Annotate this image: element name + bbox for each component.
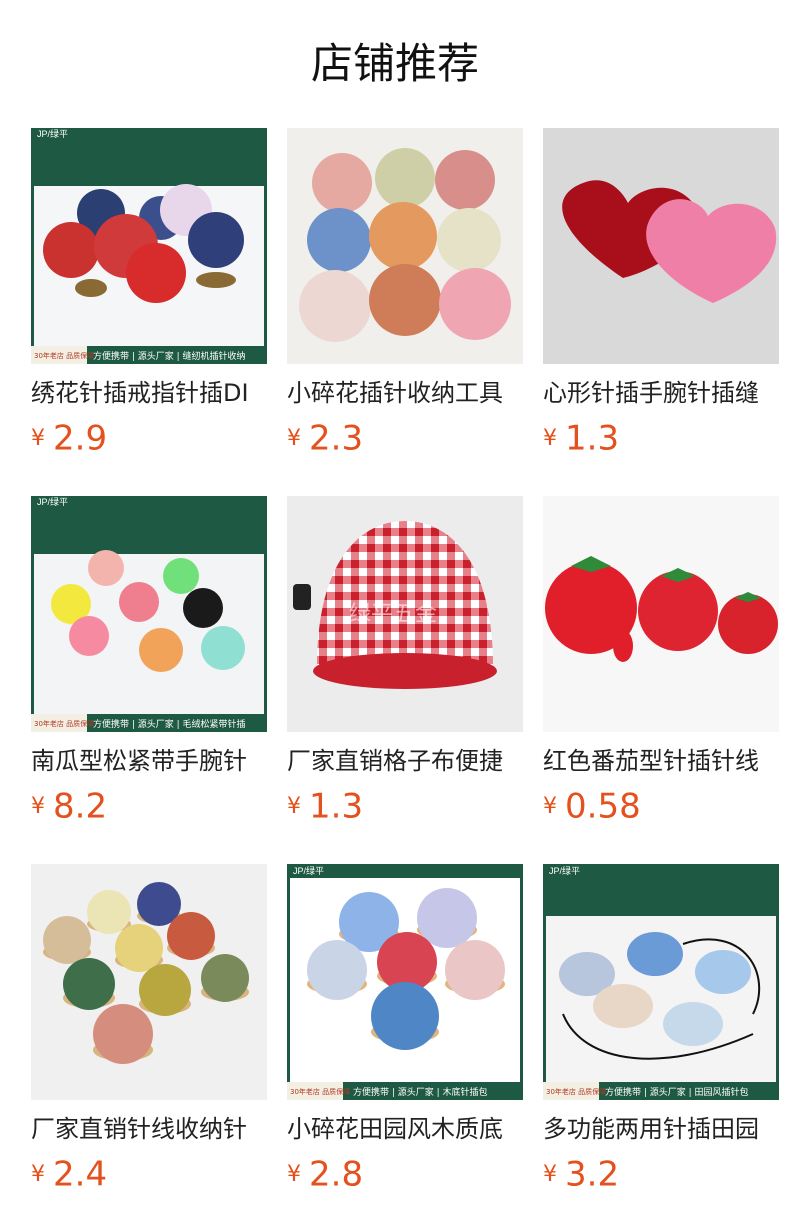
product-image[interactable] — [543, 128, 779, 364]
product-image[interactable]: JP/绿平 30年老店 品质保障 方便携带 | 源头厂家 | 缝纫机插针收纳 — [31, 128, 267, 364]
product-price: ¥2.8 — [287, 1152, 523, 1196]
product-image[interactable]: 绿平五金 — [287, 496, 523, 732]
currency-symbol: ¥ — [543, 425, 557, 451]
price-value: 0.58 — [565, 786, 641, 827]
currency-symbol: ¥ — [287, 793, 301, 819]
currency-symbol: ¥ — [287, 1161, 301, 1187]
product-card[interactable]: JP/绿平 30年老店 品质保障 方便携带 | 源头厂家 | 毛绒松紧带针插 南… — [31, 496, 267, 828]
brand-tag: JP/绿平 — [37, 496, 68, 507]
banner-text: 方便携带 | 源头厂家 | 缝纫机插针收纳 — [93, 350, 246, 362]
product-price: ¥1.3 — [287, 784, 523, 828]
price-value: 2.3 — [309, 418, 364, 459]
watermark-text: 绿平五金 — [349, 602, 437, 627]
price-value: 2.4 — [53, 1154, 108, 1195]
product-price: ¥8.2 — [31, 784, 267, 828]
price-value: 8.2 — [53, 786, 108, 827]
brand-tag: JP/绿平 — [37, 128, 68, 139]
product-card[interactable]: 红色番茄型针插针线 ¥0.58 — [543, 496, 779, 828]
product-name[interactable]: 小碎花田园风木质底 — [287, 1112, 523, 1146]
product-card[interactable]: 绿平五金 厂家直销格子布便捷 ¥1.3 — [287, 496, 523, 828]
product-name[interactable]: 红色番茄型针插针线 — [543, 744, 779, 778]
product-name[interactable]: 南瓜型松紧带手腕针 — [31, 744, 267, 778]
product-image[interactable]: JP/绿平 30年老店 品质保障 方便携带 | 源头厂家 | 木底针插包 — [287, 864, 523, 1100]
currency-symbol: ¥ — [543, 1161, 557, 1187]
product-price: ¥3.2 — [543, 1152, 779, 1196]
price-value: 3.2 — [565, 1154, 620, 1195]
product-card[interactable]: JP/绿平 30年老店 品质保障 方便携带 | 源头厂家 | 木底针插包 小碎花… — [287, 864, 523, 1196]
badge-text: 30年老店 品质保障 — [290, 1087, 350, 1096]
product-price: ¥2.4 — [31, 1152, 267, 1196]
banner-text: 方便携带 | 源头厂家 | 毛绒松紧带针插 — [93, 718, 246, 730]
product-card[interactable]: 心形针插手腕针插缝 ¥1.3 — [543, 128, 779, 460]
product-name[interactable]: 绣花针插戒指针插DI — [31, 376, 267, 410]
price-value: 1.3 — [309, 786, 364, 827]
currency-symbol: ¥ — [31, 425, 45, 451]
price-value: 2.8 — [309, 1154, 364, 1195]
currency-symbol: ¥ — [31, 793, 45, 819]
product-price: ¥0.58 — [543, 784, 779, 828]
product-name[interactable]: 厂家直销针线收纳针 — [31, 1112, 267, 1146]
product-name[interactable]: 小碎花插针收纳工具 — [287, 376, 523, 410]
product-price: ¥1.3 — [543, 416, 779, 460]
price-value: 2.9 — [53, 418, 108, 459]
product-card[interactable]: 厂家直销针线收纳针 ¥2.4 — [31, 864, 267, 1196]
currency-symbol: ¥ — [31, 1161, 45, 1187]
product-image[interactable] — [287, 128, 523, 364]
product-card[interactable]: JP/绿平 30年老店 品质保障 方便携带 | 源头厂家 | 缝纫机插针收纳 绣… — [31, 128, 267, 460]
banner-text: 方便携带 | 源头厂家 | 木底针插包 — [353, 1086, 488, 1098]
banner-text: 方便携带 | 源头厂家 | 田园风插针包 — [605, 1086, 749, 1098]
product-price: ¥2.3 — [287, 416, 523, 460]
brand-tag: JP/绿平 — [293, 865, 324, 876]
product-name[interactable]: 心形针插手腕针插缝 — [543, 376, 779, 410]
product-price: ¥2.9 — [31, 416, 267, 460]
product-card[interactable]: 小碎花插针收纳工具 ¥2.3 — [287, 128, 523, 460]
currency-symbol: ¥ — [543, 793, 557, 819]
product-name[interactable]: 多功能两用针插田园 — [543, 1112, 779, 1146]
currency-symbol: ¥ — [287, 425, 301, 451]
badge-text: 30年老店 品质保障 — [34, 719, 94, 728]
price-value: 1.3 — [565, 418, 620, 459]
page-title: 店铺推荐 — [310, 39, 479, 88]
brand-tag: JP/绿平 — [549, 865, 580, 876]
product-card[interactable]: JP/绿平 30年老店 品质保障 方便携带 | 源头厂家 | 田园风插针包 多功… — [543, 864, 779, 1196]
product-image[interactable]: JP/绿平 30年老店 品质保障 方便携带 | 源头厂家 | 毛绒松紧带针插 — [31, 496, 267, 732]
badge-text: 30年老店 品质保障 — [546, 1087, 606, 1096]
badge-text: 30年老店 品质保障 — [34, 351, 94, 360]
product-image[interactable]: JP/绿平 30年老店 品质保障 方便携带 | 源头厂家 | 田园风插针包 — [543, 864, 779, 1100]
product-image[interactable] — [543, 496, 779, 732]
product-image[interactable] — [31, 864, 267, 1100]
product-name[interactable]: 厂家直销格子布便捷 — [287, 744, 523, 778]
